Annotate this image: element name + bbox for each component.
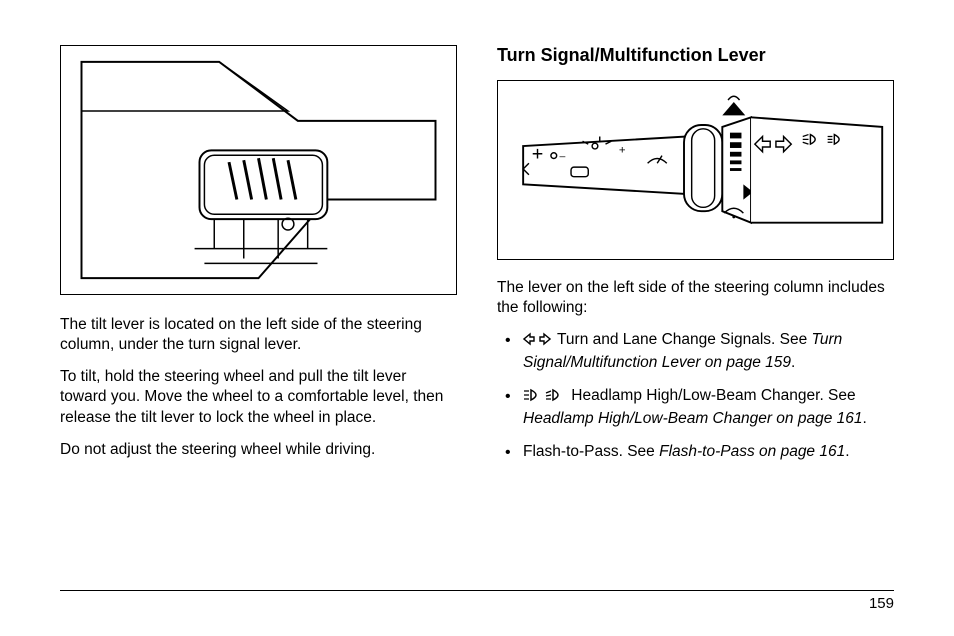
low-beam-icon bbox=[545, 388, 565, 409]
item-text: Headlamp High/Low-Beam Changer. See bbox=[567, 387, 856, 404]
item-ref: Headlamp High/Low-Beam Changer on page 1… bbox=[523, 410, 863, 427]
left-para-3: Do not adjust the steering wheel while d… bbox=[60, 440, 457, 460]
left-para-1: The tilt lever is located on the left si… bbox=[60, 315, 457, 355]
feature-list: Turn and Lane Change Signals. See Turn S… bbox=[497, 330, 894, 475]
right-intro: The lever on the left side of the steeri… bbox=[497, 278, 894, 318]
page-number: 159 bbox=[869, 595, 894, 612]
item-tail: . bbox=[845, 443, 849, 460]
tilt-lever-figure bbox=[60, 45, 457, 295]
item-tail: . bbox=[791, 354, 795, 371]
right-column: Turn Signal/Multifunction Lever bbox=[497, 45, 894, 575]
high-beam-icon bbox=[523, 388, 543, 409]
svg-text:–: – bbox=[560, 150, 566, 162]
left-para-2: To tilt, hold the steering wheel and pul… bbox=[60, 367, 457, 427]
item-ref: Flash-to-Pass on page 161 bbox=[659, 443, 845, 460]
multifunction-lever-illustration: + – bbox=[504, 87, 887, 253]
page-footer: 159 bbox=[60, 590, 894, 612]
item-tail: . bbox=[863, 410, 867, 427]
section-heading: Turn Signal/Multifunction Lever bbox=[497, 45, 894, 66]
left-column: The tilt lever is located on the left si… bbox=[60, 45, 457, 575]
multifunction-lever-figure: + – bbox=[497, 80, 894, 260]
item-text: Flash-to-Pass. See bbox=[523, 443, 659, 460]
list-item: Flash-to-Pass. See Flash-to-Pass on page… bbox=[505, 442, 894, 463]
page-content: The tilt lever is located on the left si… bbox=[60, 45, 894, 575]
turn-signal-icon bbox=[523, 332, 551, 353]
item-text: Turn and Lane Change Signals. See bbox=[553, 331, 812, 348]
svg-text:+: + bbox=[619, 145, 626, 157]
list-item: Headlamp High/Low-Beam Changer. See Head… bbox=[505, 386, 894, 430]
tilt-lever-illustration bbox=[67, 52, 450, 288]
list-item: Turn and Lane Change Signals. See Turn S… bbox=[505, 330, 894, 374]
